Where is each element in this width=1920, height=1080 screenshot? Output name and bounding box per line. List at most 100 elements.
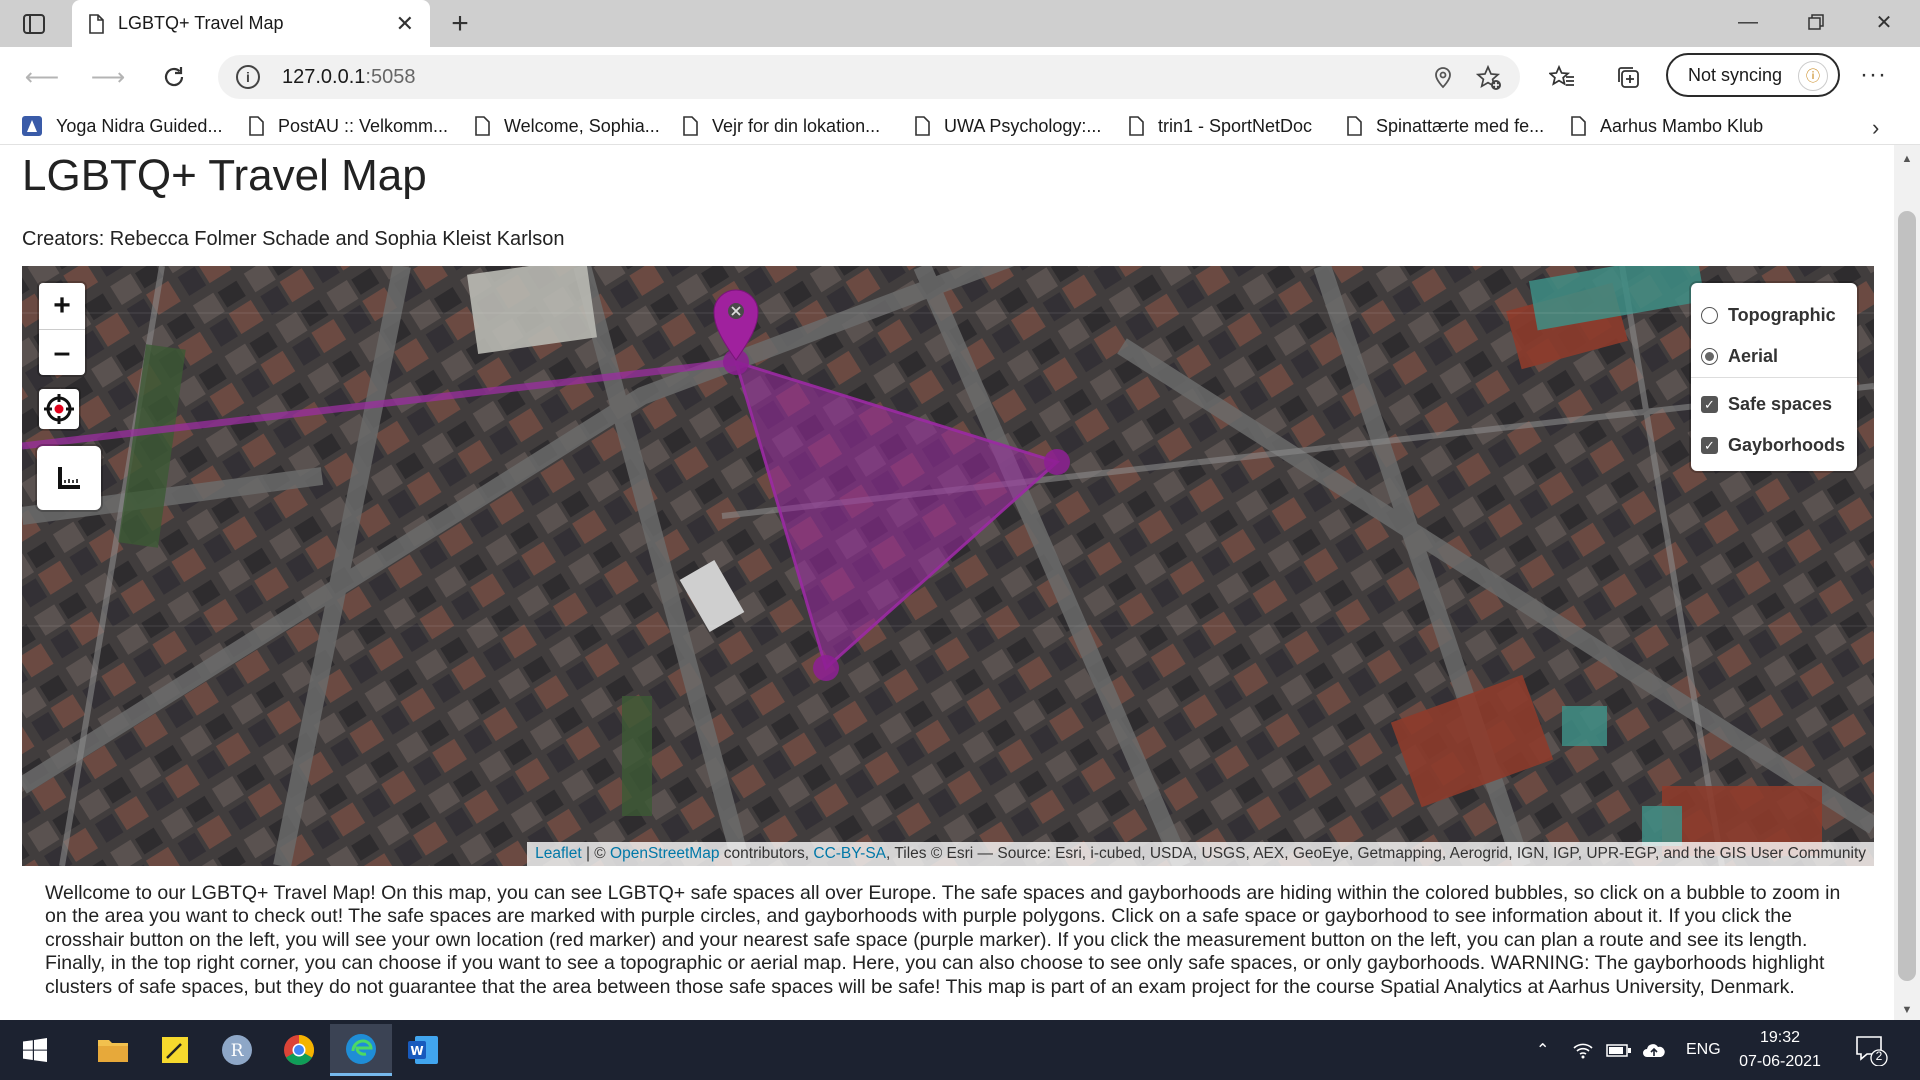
favorite-item[interactable]: Aarhus Mambo Klub [1570, 113, 1763, 139]
word-icon: W [408, 1036, 438, 1064]
checkbox-checked[interactable]: ✓ [1701, 437, 1718, 454]
favorite-item[interactable]: Yoga Nidra Guided... [22, 113, 222, 139]
tab-active[interactable]: LGBTQ+ Travel Map ✕ [72, 0, 430, 47]
leaflet-link[interactable]: Leaflet [535, 845, 582, 863]
checkbox-checked[interactable]: ✓ [1701, 396, 1718, 413]
favorite-item[interactable]: Welcome, Sophia... [474, 113, 660, 139]
notifications-button[interactable]: 2 [1854, 1034, 1888, 1067]
page-icon [683, 116, 698, 136]
close-window-button[interactable]: ✕ [1852, 0, 1916, 44]
add-favorite-icon[interactable] [1476, 65, 1502, 91]
page-icon [1571, 116, 1586, 136]
map-attribution: Leaflet | © OpenStreetMap contributors, … [527, 842, 1874, 866]
favorite-item[interactable]: trin1 - SportNetDoc [1128, 113, 1312, 139]
scrollbar-thumb[interactable] [1898, 211, 1916, 981]
battery-icon[interactable] [1606, 1020, 1632, 1080]
layer-aerial-option[interactable]: Aerial [1701, 336, 1847, 377]
favorite-item[interactable]: PostAU :: Velkomm... [248, 113, 448, 139]
favorites-icon[interactable] [1546, 61, 1578, 93]
page-icon [475, 116, 490, 136]
back-button[interactable]: ⟵ [25, 61, 59, 93]
page-icon [1347, 116, 1362, 136]
zoom-out-button[interactable]: – [39, 329, 85, 375]
chrome-icon [284, 1035, 315, 1066]
onedrive-icon[interactable] [1642, 1020, 1666, 1080]
restore-icon [1808, 14, 1824, 30]
sticky-notes-button[interactable] [144, 1024, 206, 1076]
svg-text:R: R [231, 1041, 245, 1061]
page-scrollbar[interactable]: ▲ ▼ [1894, 145, 1920, 1020]
minimize-button[interactable]: — [1716, 0, 1780, 44]
notification-count: 2 [1875, 1049, 1883, 1063]
zoom-in-button[interactable]: + [39, 283, 85, 329]
layer-topographic-option[interactable]: Topographic [1701, 295, 1847, 336]
license-link[interactable]: CC-BY-SA [813, 845, 886, 863]
aerial-basemap[interactable] [22, 266, 1874, 866]
edge-button[interactable] [330, 1024, 392, 1076]
layers-separator [1691, 377, 1857, 378]
layers-control: Topographic Aerial ✓ Safe spaces ✓ Gaybo… [1691, 283, 1857, 471]
favorite-item[interactable]: Vejr for din lokation... [682, 113, 880, 139]
ruler-icon [58, 467, 80, 489]
r-app-button[interactable]: R [206, 1024, 268, 1076]
forward-button[interactable]: ⟶ [91, 61, 125, 93]
reload-button[interactable] [158, 61, 190, 93]
creators-text: Creators: Rebecca Folmer Schade and Soph… [22, 228, 565, 250]
windows-logo-icon [23, 1038, 47, 1062]
close-tab-icon[interactable]: ✕ [396, 11, 414, 37]
show-hidden-icons-chevron-icon[interactable]: ⌃ [1536, 1020, 1549, 1080]
clock[interactable]: 19:32 07-06-2021 [1720, 1026, 1840, 1074]
scroll-down-icon[interactable]: ▼ [1894, 1004, 1920, 1016]
r-app-icon: R [222, 1035, 252, 1065]
tab-strip: LGBTQ+ Travel Map ✕ + — ✕ [0, 0, 1920, 47]
locate-button[interactable] [39, 389, 79, 429]
tab-actions-icon [23, 14, 45, 34]
scroll-up-icon[interactable]: ▲ [1894, 153, 1920, 165]
wifi-icon[interactable] [1572, 1020, 1594, 1080]
edge-icon [346, 1033, 376, 1064]
map-container[interactable]: + – Topographic Aerial ✓ Safe spaces ✓ G… [22, 266, 1874, 866]
layer-gayborhoods-toggle[interactable]: ✓ Gayborhoods [1701, 425, 1847, 466]
favorite-item[interactable]: UWA Psychology:... [914, 113, 1101, 139]
favorite-item[interactable]: Spinattærte med fe... [1346, 113, 1544, 139]
language-indicator[interactable]: ENG [1686, 1020, 1721, 1080]
zoom-control: + – [39, 283, 85, 375]
page-content: LGBTQ+ Travel Map Creators: Rebecca Folm… [0, 145, 1894, 1020]
more-favorites-chevron-icon[interactable]: › [1872, 115, 1879, 141]
layer-safe-spaces-toggle[interactable]: ✓ Safe spaces [1701, 384, 1847, 425]
address-bar[interactable]: i 127.0.0.1:5058 [218, 55, 1520, 99]
page-icon [1129, 116, 1144, 136]
yoga-favicon-icon [22, 116, 42, 136]
clock-date: 07-06-2021 [1739, 1053, 1821, 1070]
page-icon [915, 116, 930, 136]
clock-time: 19:32 [1759, 1029, 1801, 1046]
tab-actions-button[interactable] [18, 10, 50, 38]
page-title: LGBTQ+ Travel Map [22, 151, 427, 200]
url-text: 127.0.0.1:5058 [282, 65, 416, 88]
reload-icon [164, 67, 184, 87]
site-info-icon[interactable]: i [236, 65, 260, 89]
collections-icon[interactable] [1612, 61, 1644, 93]
restore-button[interactable] [1784, 0, 1848, 44]
radio-button[interactable] [1701, 307, 1718, 324]
safe-space-circle [1044, 449, 1070, 475]
start-button[interactable] [4, 1024, 66, 1076]
page-icon [89, 13, 104, 34]
folder-icon [98, 1040, 128, 1062]
sync-label: Not syncing [1688, 64, 1783, 85]
radio-button-selected[interactable] [1701, 348, 1718, 365]
page-icon [249, 116, 264, 136]
profile-sync-button[interactable]: Not syncing ⓘ [1666, 53, 1840, 97]
location-pin-icon[interactable] [1430, 65, 1456, 91]
settings-more-icon[interactable]: ··· [1860, 61, 1887, 89]
file-explorer-button[interactable] [82, 1024, 144, 1076]
taskbar: R W ⌃ ENG 19:32 07-06-2021 2 [0, 1020, 1920, 1080]
openstreetmap-link[interactable]: OpenStreetMap [610, 845, 719, 863]
chrome-button[interactable] [268, 1024, 330, 1076]
new-tab-button[interactable]: + [444, 7, 476, 40]
measure-button[interactable] [37, 446, 101, 510]
intro-paragraph: Wellcome to our LGBTQ+ Travel Map! On th… [45, 882, 1841, 998]
crosshair-icon [44, 394, 74, 424]
browser-toolbar: ⟵ ⟶ i 127.0.0.1:5058 Not syncing ⓘ ··· [0, 47, 1920, 107]
word-button[interactable]: W [392, 1024, 454, 1076]
